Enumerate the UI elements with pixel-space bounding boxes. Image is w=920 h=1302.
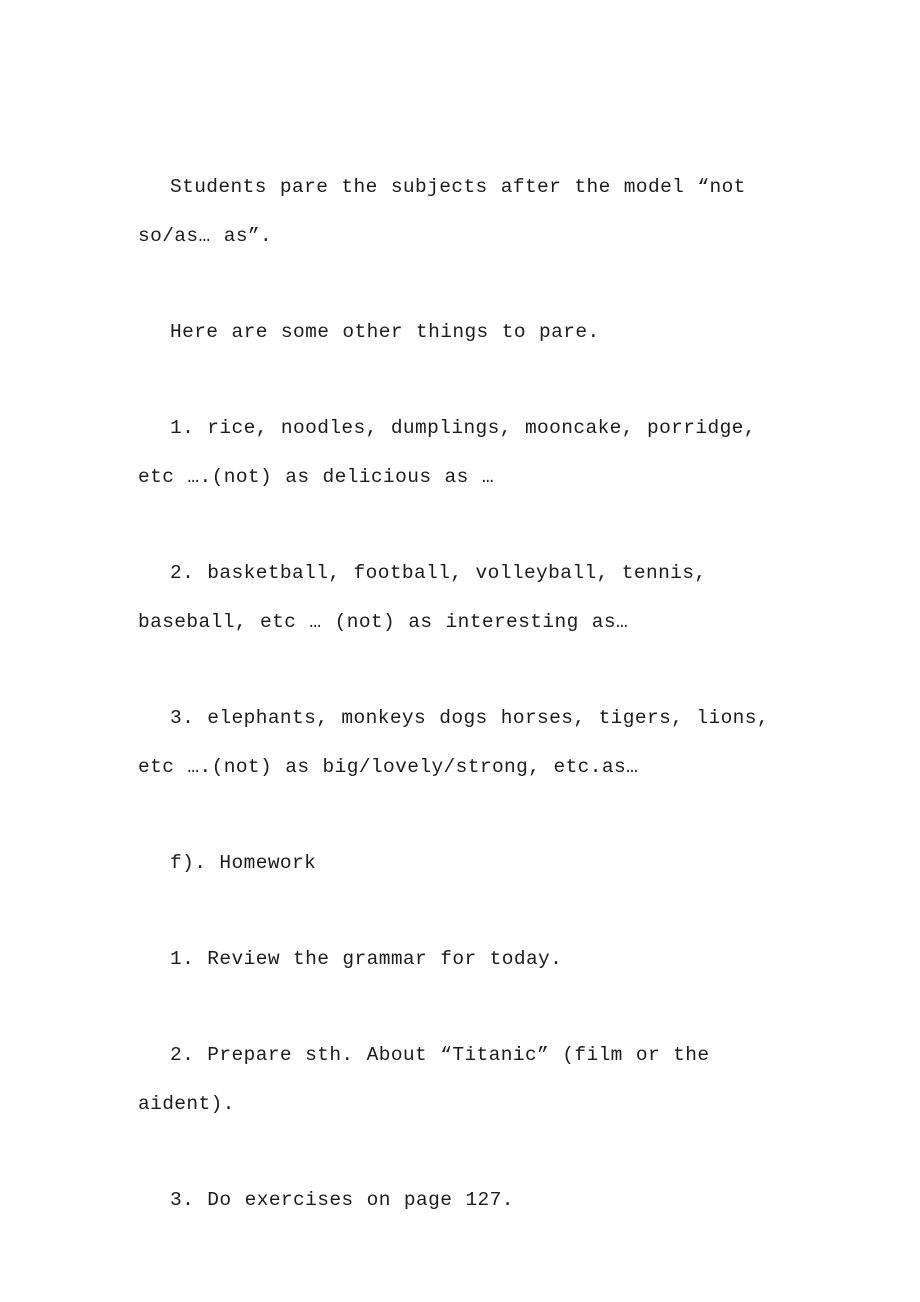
homework-item-3: 3. Do exercises on page 127. (170, 1189, 514, 1211)
homework-item-1: 1. Review the grammar for today. (170, 948, 563, 970)
section-heading-homework: f). Homework (170, 852, 317, 874)
list-item-1-food: 1. rice, noodles, dumplings, mooncake, p… (138, 417, 770, 488)
document-text-body: Students pare the subjects after the mod… (138, 163, 784, 1225)
paragraph-here-are-some-other-things: Here are some other things to pare. (170, 321, 600, 343)
homework-item-2: 2. Prepare sth. About “Titanic” (film or… (138, 1044, 723, 1115)
document-page: Students pare the subjects after the mod… (0, 0, 920, 1302)
list-item-2-sports: 2. basketball, football, volleyball, ten… (138, 562, 720, 633)
list-item-3-animals: 3. elephants, monkeys dogs horses, tiger… (138, 707, 783, 778)
paragraph-intro-model-sentence: Students pare the subjects after the mod… (138, 176, 759, 247)
